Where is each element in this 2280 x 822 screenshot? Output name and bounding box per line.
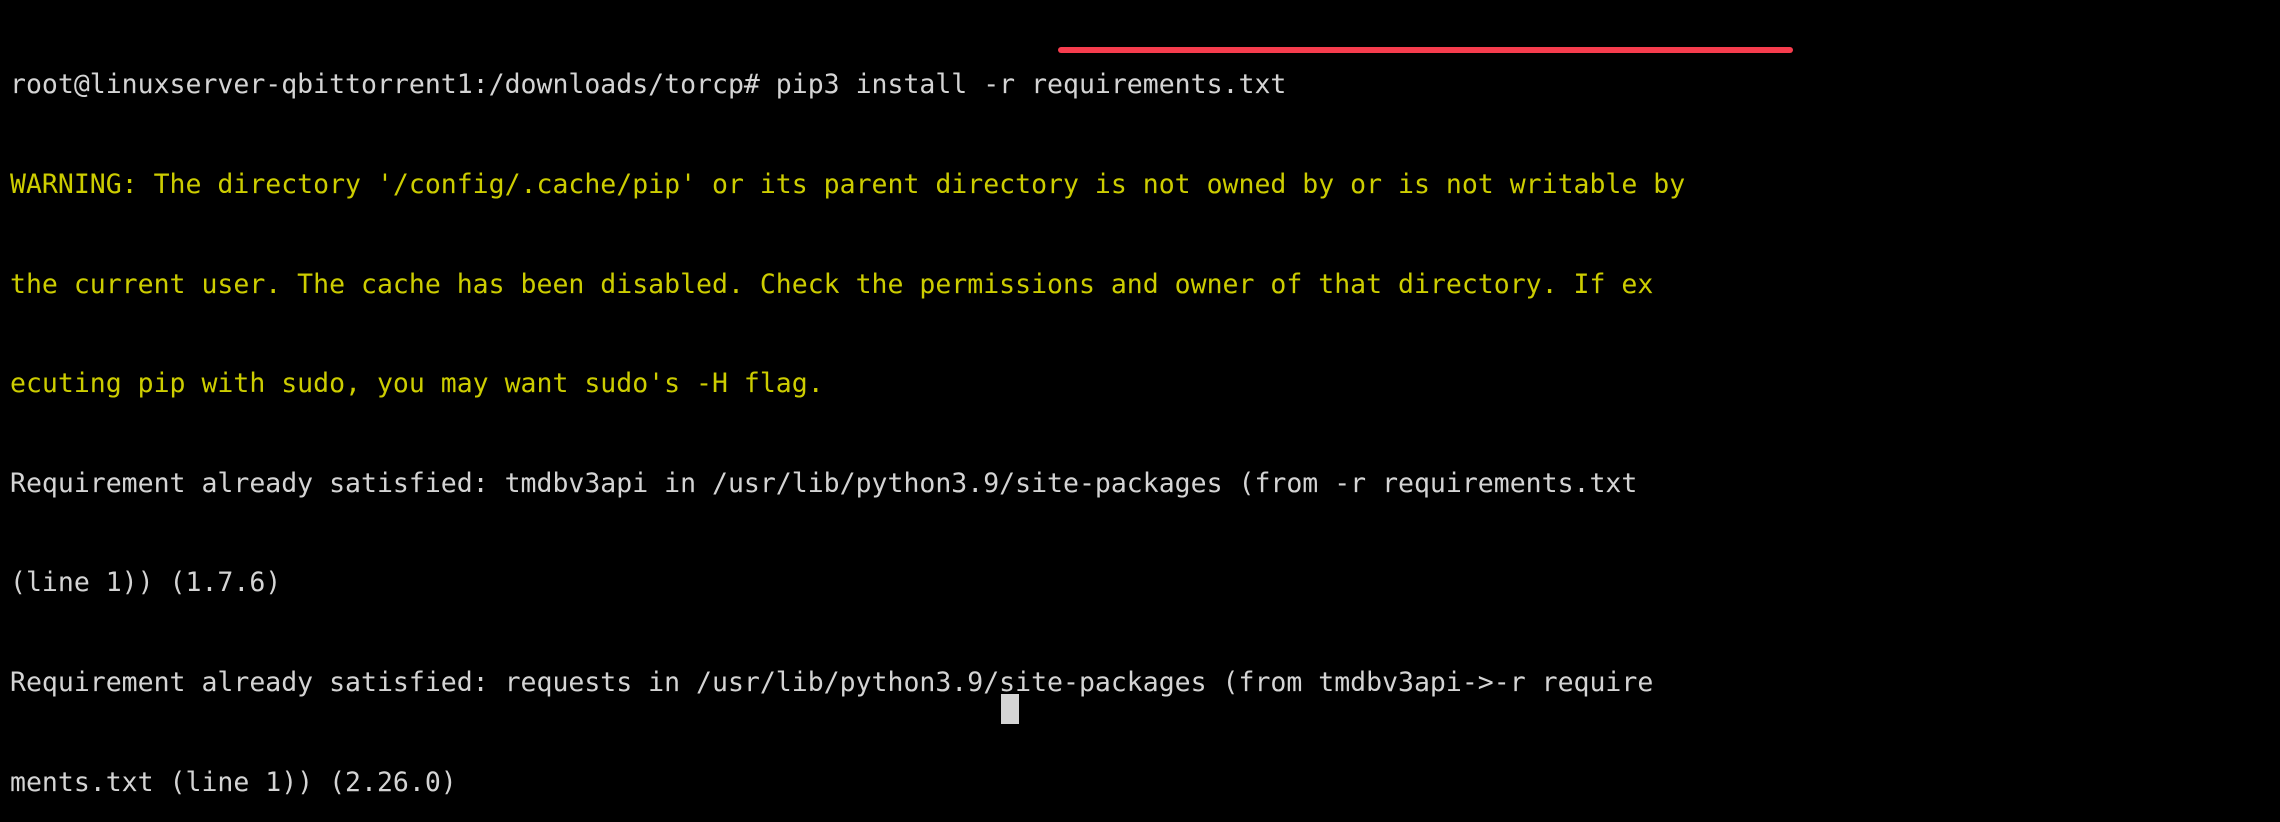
terminal-screen-buffer: root@linuxserver-qbittorrent1:/downloads… [10,2,1685,822]
terminal-line: ments.txt (line 1)) (2.26.0) [10,766,457,798]
terminal-window[interactable]: root@linuxserver-qbittorrent1:/downloads… [0,0,2280,822]
terminal-line: (line 1)) (1.7.6) [10,567,282,599]
text-cursor [1001,694,1019,724]
terminal-line: Requirement already satisfied: tmdbv3api… [10,467,1638,499]
terminal-line: WARNING: The directory '/config/.cache/p… [10,169,1686,200]
terminal-line: ecuting pip with sudo, you may want sudo… [10,368,824,400]
terminal-line: root@linuxserver-qbittorrent1:/downloads… [10,69,1287,101]
terminal-line: the current user. The cache has been dis… [10,268,1654,300]
terminal-line: Requirement already satisfied: requests … [10,666,1654,698]
